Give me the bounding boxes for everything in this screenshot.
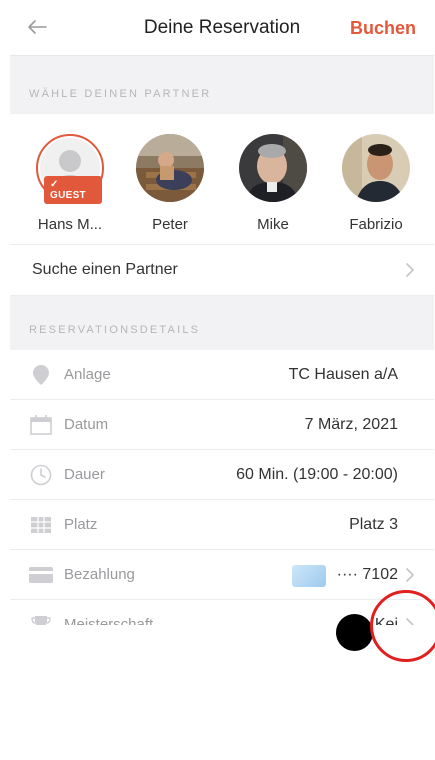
detail-value: 7 März, 2021	[304, 415, 398, 433]
tap-indicator-dot	[336, 614, 373, 651]
partner-name: Hans M...	[37, 216, 103, 233]
detail-label: Anlage	[64, 366, 111, 383]
partner-name: Fabrizio	[349, 216, 403, 233]
detail-row-anlage: Anlage TC Hausen a/A	[10, 350, 434, 400]
location-pin-icon	[28, 363, 54, 387]
detail-label: Datum	[64, 416, 109, 433]
detail-value: Platz 3	[349, 515, 398, 533]
reservation-screen: Deine Reservation Buchen WÄHLE DEINEN PA…	[10, 0, 434, 625]
navigation-bar: Deine Reservation Buchen	[10, 0, 434, 56]
avatar	[342, 134, 410, 202]
trophy-icon	[28, 613, 54, 625]
chevron-right-icon	[406, 263, 414, 277]
credit-card-icon	[28, 563, 54, 587]
partner-item-mike[interactable]: Mike	[228, 134, 318, 233]
arrow-left-icon	[28, 20, 47, 34]
search-partner-label: Suche einen Partner	[32, 261, 178, 278]
detail-label: Platz	[64, 516, 98, 533]
court-icon	[28, 513, 54, 537]
search-partner-row[interactable]: Suche einen Partner	[10, 244, 434, 296]
detail-row-platz[interactable]: Platz Platz 3	[10, 500, 434, 550]
detail-row-bezahlung[interactable]: Bezahlung ···· 7102	[10, 550, 434, 600]
detail-row-dauer[interactable]: Dauer 60 Min. (19:00 - 20:00)	[10, 450, 434, 500]
avatar	[239, 134, 307, 202]
avatar	[136, 134, 204, 202]
book-button[interactable]: Buchen	[350, 18, 416, 39]
partner-item-peter[interactable]: Peter	[125, 134, 215, 233]
annotation-circle	[370, 590, 435, 662]
back-button[interactable]	[24, 14, 50, 40]
details-section-header: RESERVATIONSDETAILS	[29, 324, 201, 336]
guest-badge: ✓ GUEST	[44, 176, 102, 204]
card-thumbnail	[292, 565, 326, 587]
detail-value: TC Hausen a/A	[288, 365, 398, 383]
chevron-right-icon	[406, 568, 414, 582]
partner-item-hans[interactable]: ✓ GUEST Hans M...	[25, 134, 115, 233]
avatar: ✓ GUEST	[36, 134, 104, 204]
detail-label: Bezahlung	[64, 566, 135, 583]
partner-name: Mike	[257, 216, 289, 233]
detail-row-datum[interactable]: Datum 7 März, 2021	[10, 400, 434, 450]
partner-list: ✓ GUEST Hans M... Peter Mike Fabrizio	[10, 114, 434, 244]
detail-label: Dauer	[64, 466, 105, 483]
calendar-icon	[28, 413, 54, 437]
detail-value: ···· 7102	[336, 565, 398, 583]
detail-label: Meisterschaft	[64, 616, 154, 625]
partner-item-fabrizio[interactable]: Fabrizio	[331, 134, 421, 233]
clock-icon	[28, 463, 54, 487]
partner-section-header: WÄHLE DEINEN PARTNER	[29, 88, 212, 100]
partner-name: Peter	[152, 216, 188, 233]
detail-value: 60 Min. (19:00 - 20:00)	[236, 465, 398, 483]
